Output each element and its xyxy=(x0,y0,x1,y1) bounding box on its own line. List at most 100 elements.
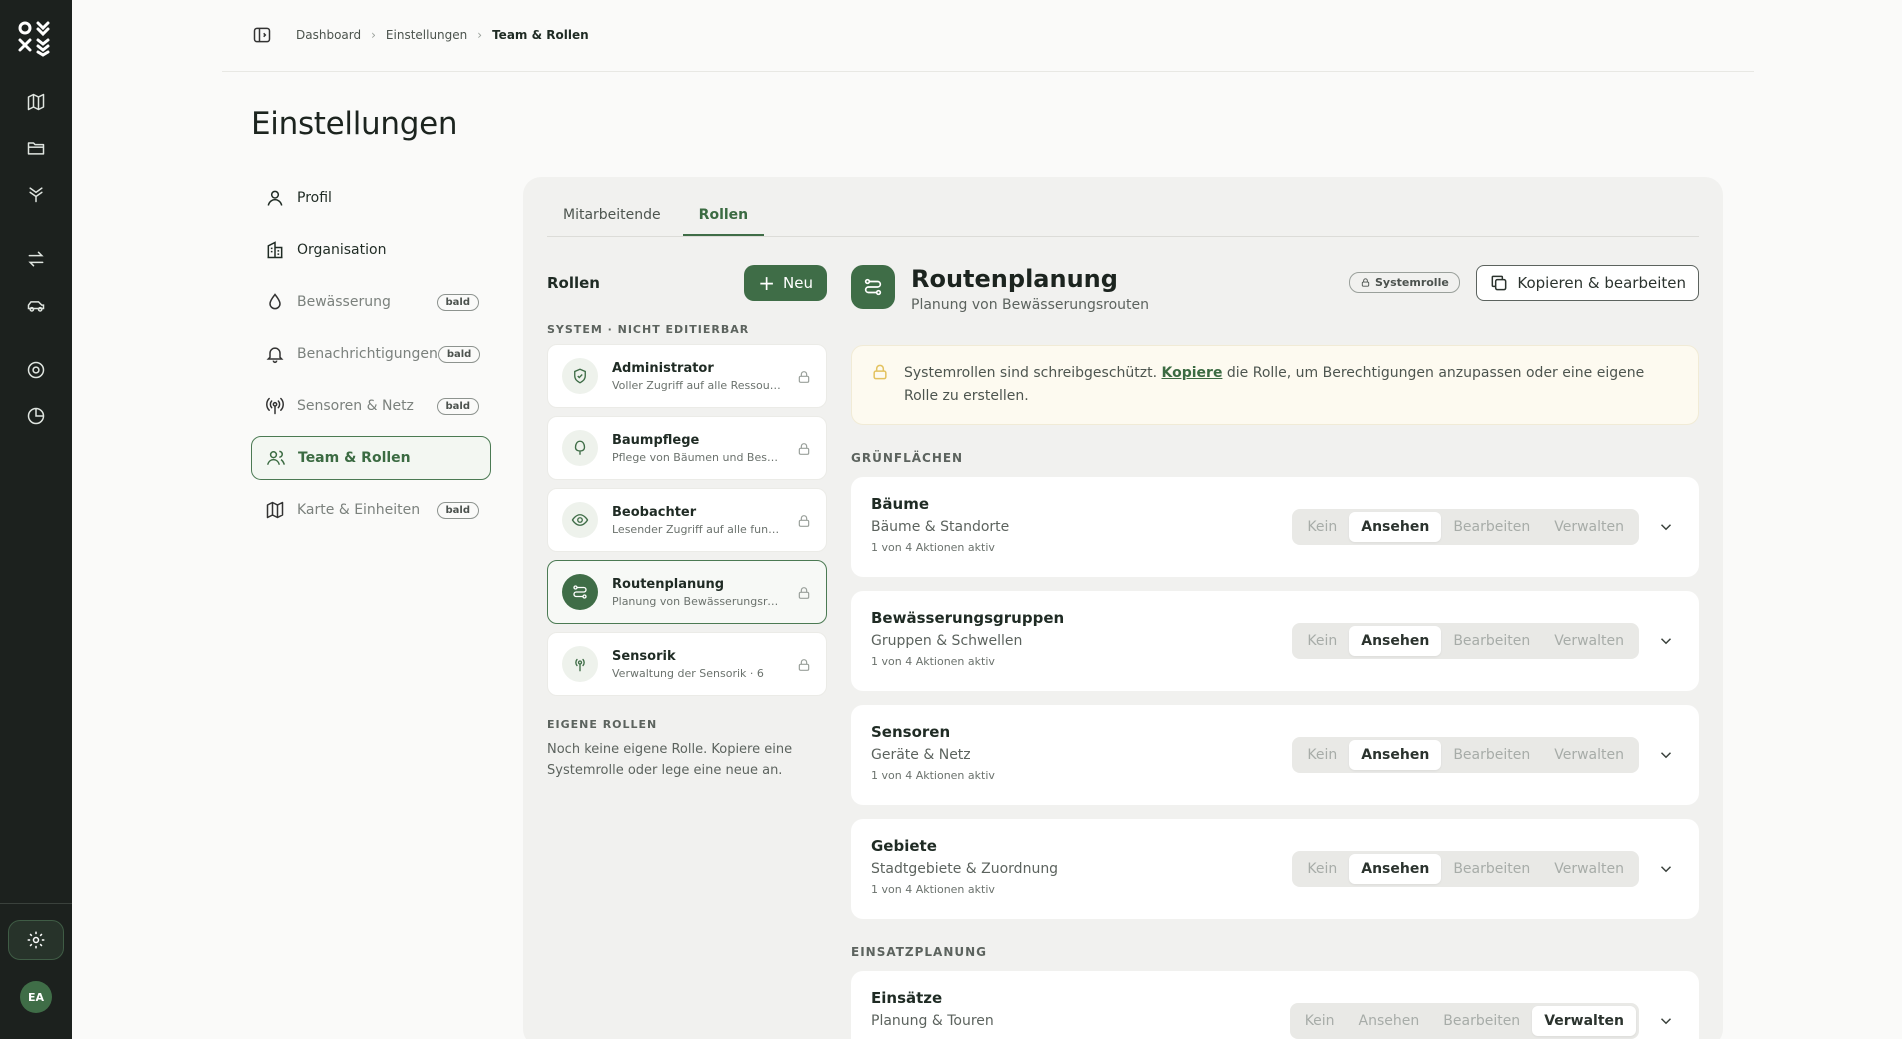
chart-pie-icon[interactable] xyxy=(22,402,50,430)
role-item-baumpflege[interactable]: Baumpflege Pflege von Bäumen und Bestände… xyxy=(547,416,827,480)
level-ansehen[interactable]: Ansehen xyxy=(1349,626,1442,656)
tab-bar: Mitarbeitende Rollen xyxy=(547,197,1699,237)
role-desc: Lesender Zugriff auf alle funktionen xyxy=(612,522,782,536)
level-kein[interactable]: Kein xyxy=(1295,854,1349,884)
page-title: Einstellungen xyxy=(251,106,458,142)
level-bearbeiten[interactable]: Bearbeiten xyxy=(1431,1006,1532,1036)
level-verwalten[interactable]: Verwalten xyxy=(1532,1006,1636,1036)
shield-check-icon xyxy=(562,358,598,394)
chevron-down-icon[interactable] xyxy=(1657,860,1675,882)
plus-icon: + xyxy=(758,271,776,295)
copy-link[interactable]: Kopiere xyxy=(1162,365,1223,381)
avatar[interactable]: EA xyxy=(20,981,52,1013)
chevron-down-icon[interactable] xyxy=(1657,746,1675,768)
bell-icon xyxy=(266,347,284,364)
role-name: Beobachter xyxy=(612,504,697,520)
sidebar-toggle-icon[interactable] xyxy=(252,25,272,45)
breadcrumb-dashboard[interactable]: Dashboard xyxy=(296,28,361,42)
breadcrumb-einstellungen[interactable]: Einstellungen xyxy=(386,28,467,42)
chevron-right-icon: › xyxy=(371,28,376,42)
group-label-einsatzplanung: EINSATZPLANUNG xyxy=(851,945,987,959)
level-ansehen[interactable]: Ansehen xyxy=(1349,740,1442,770)
settings-nav-organisation[interactable]: Organisation xyxy=(251,228,491,272)
role-name: Administrator xyxy=(612,360,714,376)
folder-icon[interactable] xyxy=(22,134,50,162)
swap-icon[interactable] xyxy=(22,245,50,273)
level-bearbeiten[interactable]: Bearbeiten xyxy=(1441,854,1542,884)
car-icon[interactable] xyxy=(22,292,50,320)
droplet-icon xyxy=(269,293,281,310)
settings-nav-bewaesserung: Bewässerung bald xyxy=(251,280,491,324)
settings-nav-label: Sensoren & Netz xyxy=(297,398,414,414)
notice-text-pre: Systemrollen sind schreibgeschützt. xyxy=(904,365,1162,381)
app-logo[interactable] xyxy=(16,18,56,58)
level-kein[interactable]: Kein xyxy=(1293,1006,1347,1036)
permission-card-sensoren: Sensoren Geräte & Netz 1 von 4 Aktionen … xyxy=(851,705,1699,805)
breadcrumb: Dashboard › Einstellungen › Team & Rolle… xyxy=(252,25,589,45)
role-name: Baumpflege xyxy=(612,432,700,448)
new-role-button[interactable]: + Neu xyxy=(744,265,827,301)
readonly-notice: Systemrollen sind schreibgeschützt. Kopi… xyxy=(851,345,1699,425)
empty-state-text: Noch keine eigene Rolle. Kopiere eine Sy… xyxy=(547,742,793,778)
level-kein[interactable]: Kein xyxy=(1295,740,1349,770)
level-verwalten[interactable]: Verwalten xyxy=(1542,854,1636,884)
settings-nav: Profil Organisation Bewässerung bald Ben… xyxy=(251,176,491,540)
permission-card-baeume: Bäume Bäume & Standorte 1 von 4 Aktionen… xyxy=(851,477,1699,577)
settings-nav-team-rollen[interactable]: Team & Rollen xyxy=(251,436,491,480)
building-icon xyxy=(267,241,283,259)
level-verwalten[interactable]: Verwalten xyxy=(1542,512,1636,542)
roles-heading: Rollen xyxy=(547,274,600,292)
settings-nav-label: Team & Rollen xyxy=(298,450,411,466)
settings-nav-benachrichtigungen: Benachrichtigungen bald xyxy=(251,332,491,376)
level-bearbeiten[interactable]: Bearbeiten xyxy=(1441,740,1542,770)
role-item-administrator[interactable]: Administrator Voller Zugriff auf alle Res… xyxy=(547,344,827,408)
antenna-icon xyxy=(266,397,284,415)
route-icon xyxy=(851,265,895,309)
role-desc: Planung von Bewässerungsrouten xyxy=(612,594,782,608)
roles-list: Rollen + Neu SYSTEM · NICHT EDITIERBAR A… xyxy=(547,265,827,781)
copy-icon xyxy=(1491,275,1507,291)
copy-edit-button[interactable]: Kopieren & bearbeiten xyxy=(1476,265,1699,301)
level-bearbeiten[interactable]: Bearbeiten xyxy=(1441,626,1542,656)
lock-icon xyxy=(796,369,812,389)
breadcrumb-current: Team & Rollen xyxy=(492,28,589,42)
chevron-down-icon[interactable] xyxy=(1657,1012,1675,1034)
settings-nav-karte: Karte & Einheiten bald xyxy=(251,488,491,532)
settings-nav-label: Bewässerung xyxy=(297,294,391,310)
role-detail: Routenplanung Planung von Bewässerungsro… xyxy=(851,265,1699,1039)
tab-mitarbeitende[interactable]: Mitarbeitende xyxy=(547,197,677,236)
level-bearbeiten[interactable]: Bearbeiten xyxy=(1441,512,1542,542)
role-item-routenplanung[interactable]: Routenplanung Planung von Bewässerungsrou… xyxy=(547,560,827,624)
settings-nav-label: Karte & Einheiten xyxy=(297,502,421,518)
role-item-beobachter[interactable]: Beobachter Lesender Zugriff auf alle funk… xyxy=(547,488,827,552)
chevron-down-icon[interactable] xyxy=(1657,632,1675,654)
target-icon[interactable] xyxy=(22,356,50,384)
level-verwalten[interactable]: Verwalten xyxy=(1542,740,1636,770)
system-role-badge: Systemrolle xyxy=(1349,272,1460,293)
level-verwalten[interactable]: Verwalten xyxy=(1542,626,1636,656)
role-desc: Pflege von Bäumen und Beständen xyxy=(612,450,782,464)
map-icon[interactable] xyxy=(22,88,50,116)
settings-button[interactable] xyxy=(8,920,64,960)
permission-card-gebiete: Gebiete Stadtgebiete & Zuordnung 1 von 4… xyxy=(851,819,1699,919)
permission-card-einsaetze: Einsätze Planung & Touren Kein Ansehen B… xyxy=(851,971,1699,1039)
tab-rollen[interactable]: Rollen xyxy=(682,197,765,236)
chevron-right-icon: › xyxy=(477,28,483,42)
level-kein[interactable]: Kein xyxy=(1295,626,1349,656)
level-ansehen[interactable]: Ansehen xyxy=(1347,1006,1432,1036)
roles-panel: Mitarbeitende Rollen Rollen + Neu SYSTEM… xyxy=(523,177,1723,1039)
level-ansehen[interactable]: Ansehen xyxy=(1349,512,1442,542)
tree-icon[interactable] xyxy=(22,180,50,208)
lock-icon xyxy=(796,657,812,677)
system-roles-label: SYSTEM · NICHT EDITIERBAR xyxy=(547,323,750,336)
settings-nav-profil[interactable]: Profil xyxy=(251,176,491,220)
level-ansehen[interactable]: Ansehen xyxy=(1349,854,1442,884)
permission-card-bewaesserungsgruppen: Bewässerungsgruppen Gruppen & Schwellen … xyxy=(851,591,1699,691)
chevron-down-icon[interactable] xyxy=(1657,518,1675,540)
level-kein[interactable]: Kein xyxy=(1295,512,1349,542)
soon-badge: bald xyxy=(437,345,481,363)
map-icon xyxy=(266,501,284,519)
lock-icon xyxy=(870,362,890,390)
settings-nav-label: Benachrichtigungen xyxy=(297,346,438,362)
role-item-sensorik[interactable]: Sensorik Verwaltung der Sensorik · 6 xyxy=(547,632,827,696)
